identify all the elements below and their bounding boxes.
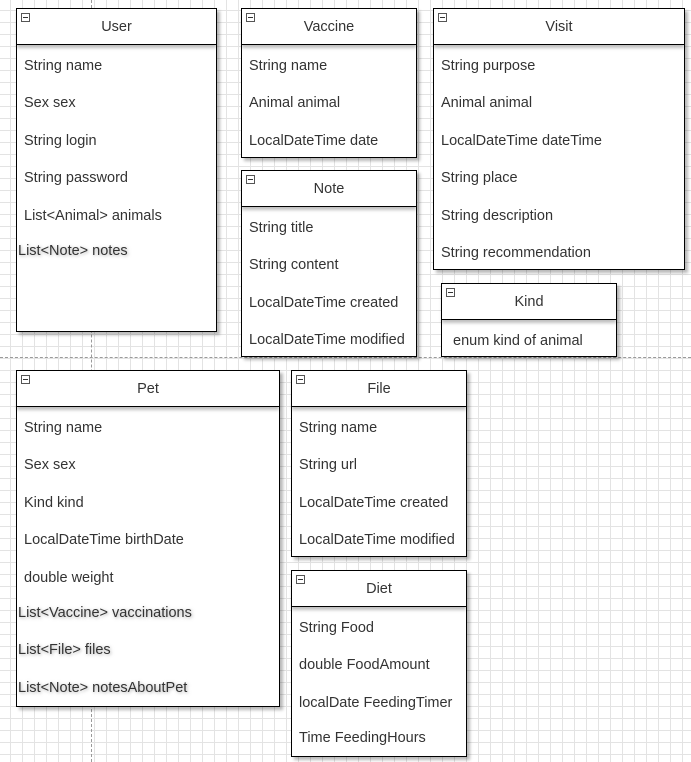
entity-title: User bbox=[101, 18, 132, 35]
field-string-name[interactable]: String name bbox=[24, 57, 102, 75]
entity-vaccine-header[interactable]: Vaccine bbox=[242, 9, 416, 45]
field-string-name[interactable]: String name bbox=[24, 419, 102, 437]
entity-title: Pet bbox=[137, 380, 159, 397]
entity-file-header[interactable]: File bbox=[292, 371, 466, 407]
entity-title: Kind bbox=[514, 293, 544, 310]
field-string-url[interactable]: String url bbox=[299, 456, 357, 474]
field-string-name[interactable]: String name bbox=[299, 419, 377, 437]
field-localdatetime-created[interactable]: LocalDateTime created bbox=[249, 294, 398, 312]
collapse-icon[interactable] bbox=[21, 375, 30, 384]
entity-file[interactable]: File String name String url LocalDateTim… bbox=[291, 370, 467, 557]
entity-user-header[interactable]: User bbox=[17, 9, 216, 45]
field-localdatetime-created[interactable]: LocalDateTime created bbox=[299, 494, 448, 512]
field-double-foodamount[interactable]: double FoodAmount bbox=[299, 656, 430, 674]
entity-title: Diet bbox=[366, 580, 392, 597]
field-localdatetime-modified[interactable]: LocalDateTime modified bbox=[249, 331, 405, 349]
entity-diet[interactable]: Diet String Food double FoodAmount local… bbox=[291, 570, 467, 757]
field-animal-animal[interactable]: Animal animal bbox=[249, 94, 340, 112]
entity-note[interactable]: Note String title String content LocalDa… bbox=[241, 170, 417, 357]
field-animal-animal[interactable]: Animal animal bbox=[441, 94, 532, 112]
entity-pet[interactable]: Pet String name Sex sex Kind kind LocalD… bbox=[16, 370, 280, 707]
field-string-purpose[interactable]: String purpose bbox=[441, 57, 535, 75]
collapse-icon[interactable] bbox=[296, 375, 305, 384]
field-string-food[interactable]: String Food bbox=[299, 619, 374, 637]
collapse-icon[interactable] bbox=[246, 175, 255, 184]
field-string-name[interactable]: String name bbox=[249, 57, 327, 75]
entity-note-header[interactable]: Note bbox=[242, 171, 416, 207]
field-list-notesaboutpet[interactable]: List<Note> notesAboutPet bbox=[18, 679, 187, 697]
entity-visit[interactable]: Visit String purpose Animal animal Local… bbox=[433, 8, 685, 270]
field-list-vaccinations[interactable]: List<Vaccine> vaccinations bbox=[18, 604, 192, 622]
entity-title: Vaccine bbox=[303, 18, 355, 35]
collapse-icon[interactable] bbox=[438, 13, 447, 22]
entity-title: Note bbox=[313, 180, 345, 197]
entity-kind[interactable]: Kind enum kind of animal bbox=[441, 283, 617, 357]
field-time-feedinghours[interactable]: Time FeedingHours bbox=[299, 729, 426, 747]
entity-title: File bbox=[367, 380, 391, 397]
entity-title: Visit bbox=[545, 18, 573, 35]
horizontal-guide-line bbox=[0, 357, 691, 358]
entity-kind-header[interactable]: Kind bbox=[442, 284, 616, 320]
field-string-login[interactable]: String login bbox=[24, 132, 97, 150]
collapse-icon[interactable] bbox=[21, 13, 30, 22]
field-list-animals[interactable]: List<Animal> animals bbox=[24, 207, 162, 225]
entity-vaccine[interactable]: Vaccine String name Animal animal LocalD… bbox=[241, 8, 417, 158]
field-sex-sex[interactable]: Sex sex bbox=[24, 456, 76, 474]
field-localdatetime-datetime[interactable]: LocalDateTime dateTime bbox=[441, 132, 602, 150]
field-list-files[interactable]: List<File> files bbox=[18, 641, 111, 659]
entity-user[interactable]: User String name Sex sex String login St… bbox=[16, 8, 217, 332]
field-string-description[interactable]: String description bbox=[441, 207, 553, 225]
field-string-content[interactable]: String content bbox=[249, 256, 338, 274]
field-sex-sex[interactable]: Sex sex bbox=[24, 94, 76, 112]
field-localdate-feedingtimer[interactable]: localDate FeedingTimer bbox=[299, 694, 452, 712]
field-string-recommendation[interactable]: String recommendation bbox=[441, 244, 591, 262]
field-string-place[interactable]: String place bbox=[441, 169, 518, 187]
field-localdatetime-birthdate[interactable]: LocalDateTime birthDate bbox=[24, 531, 184, 549]
field-kind-kind[interactable]: Kind kind bbox=[24, 494, 84, 512]
collapse-icon[interactable] bbox=[446, 288, 455, 297]
entity-visit-header[interactable]: Visit bbox=[434, 9, 684, 45]
field-localdatetime-date[interactable]: LocalDateTime date bbox=[249, 132, 378, 150]
collapse-icon[interactable] bbox=[296, 575, 305, 584]
field-string-title[interactable]: String title bbox=[249, 219, 313, 237]
field-localdatetime-modified[interactable]: LocalDateTime modified bbox=[299, 531, 455, 549]
field-double-weight[interactable]: double weight bbox=[24, 569, 114, 587]
entity-diet-header[interactable]: Diet bbox=[292, 571, 466, 607]
field-string-password[interactable]: String password bbox=[24, 169, 128, 187]
field-enum-kind[interactable]: enum kind of animal bbox=[453, 332, 583, 350]
collapse-icon[interactable] bbox=[246, 13, 255, 22]
field-list-notes[interactable]: List<Note> notes bbox=[18, 242, 128, 260]
entity-pet-header[interactable]: Pet bbox=[17, 371, 279, 407]
